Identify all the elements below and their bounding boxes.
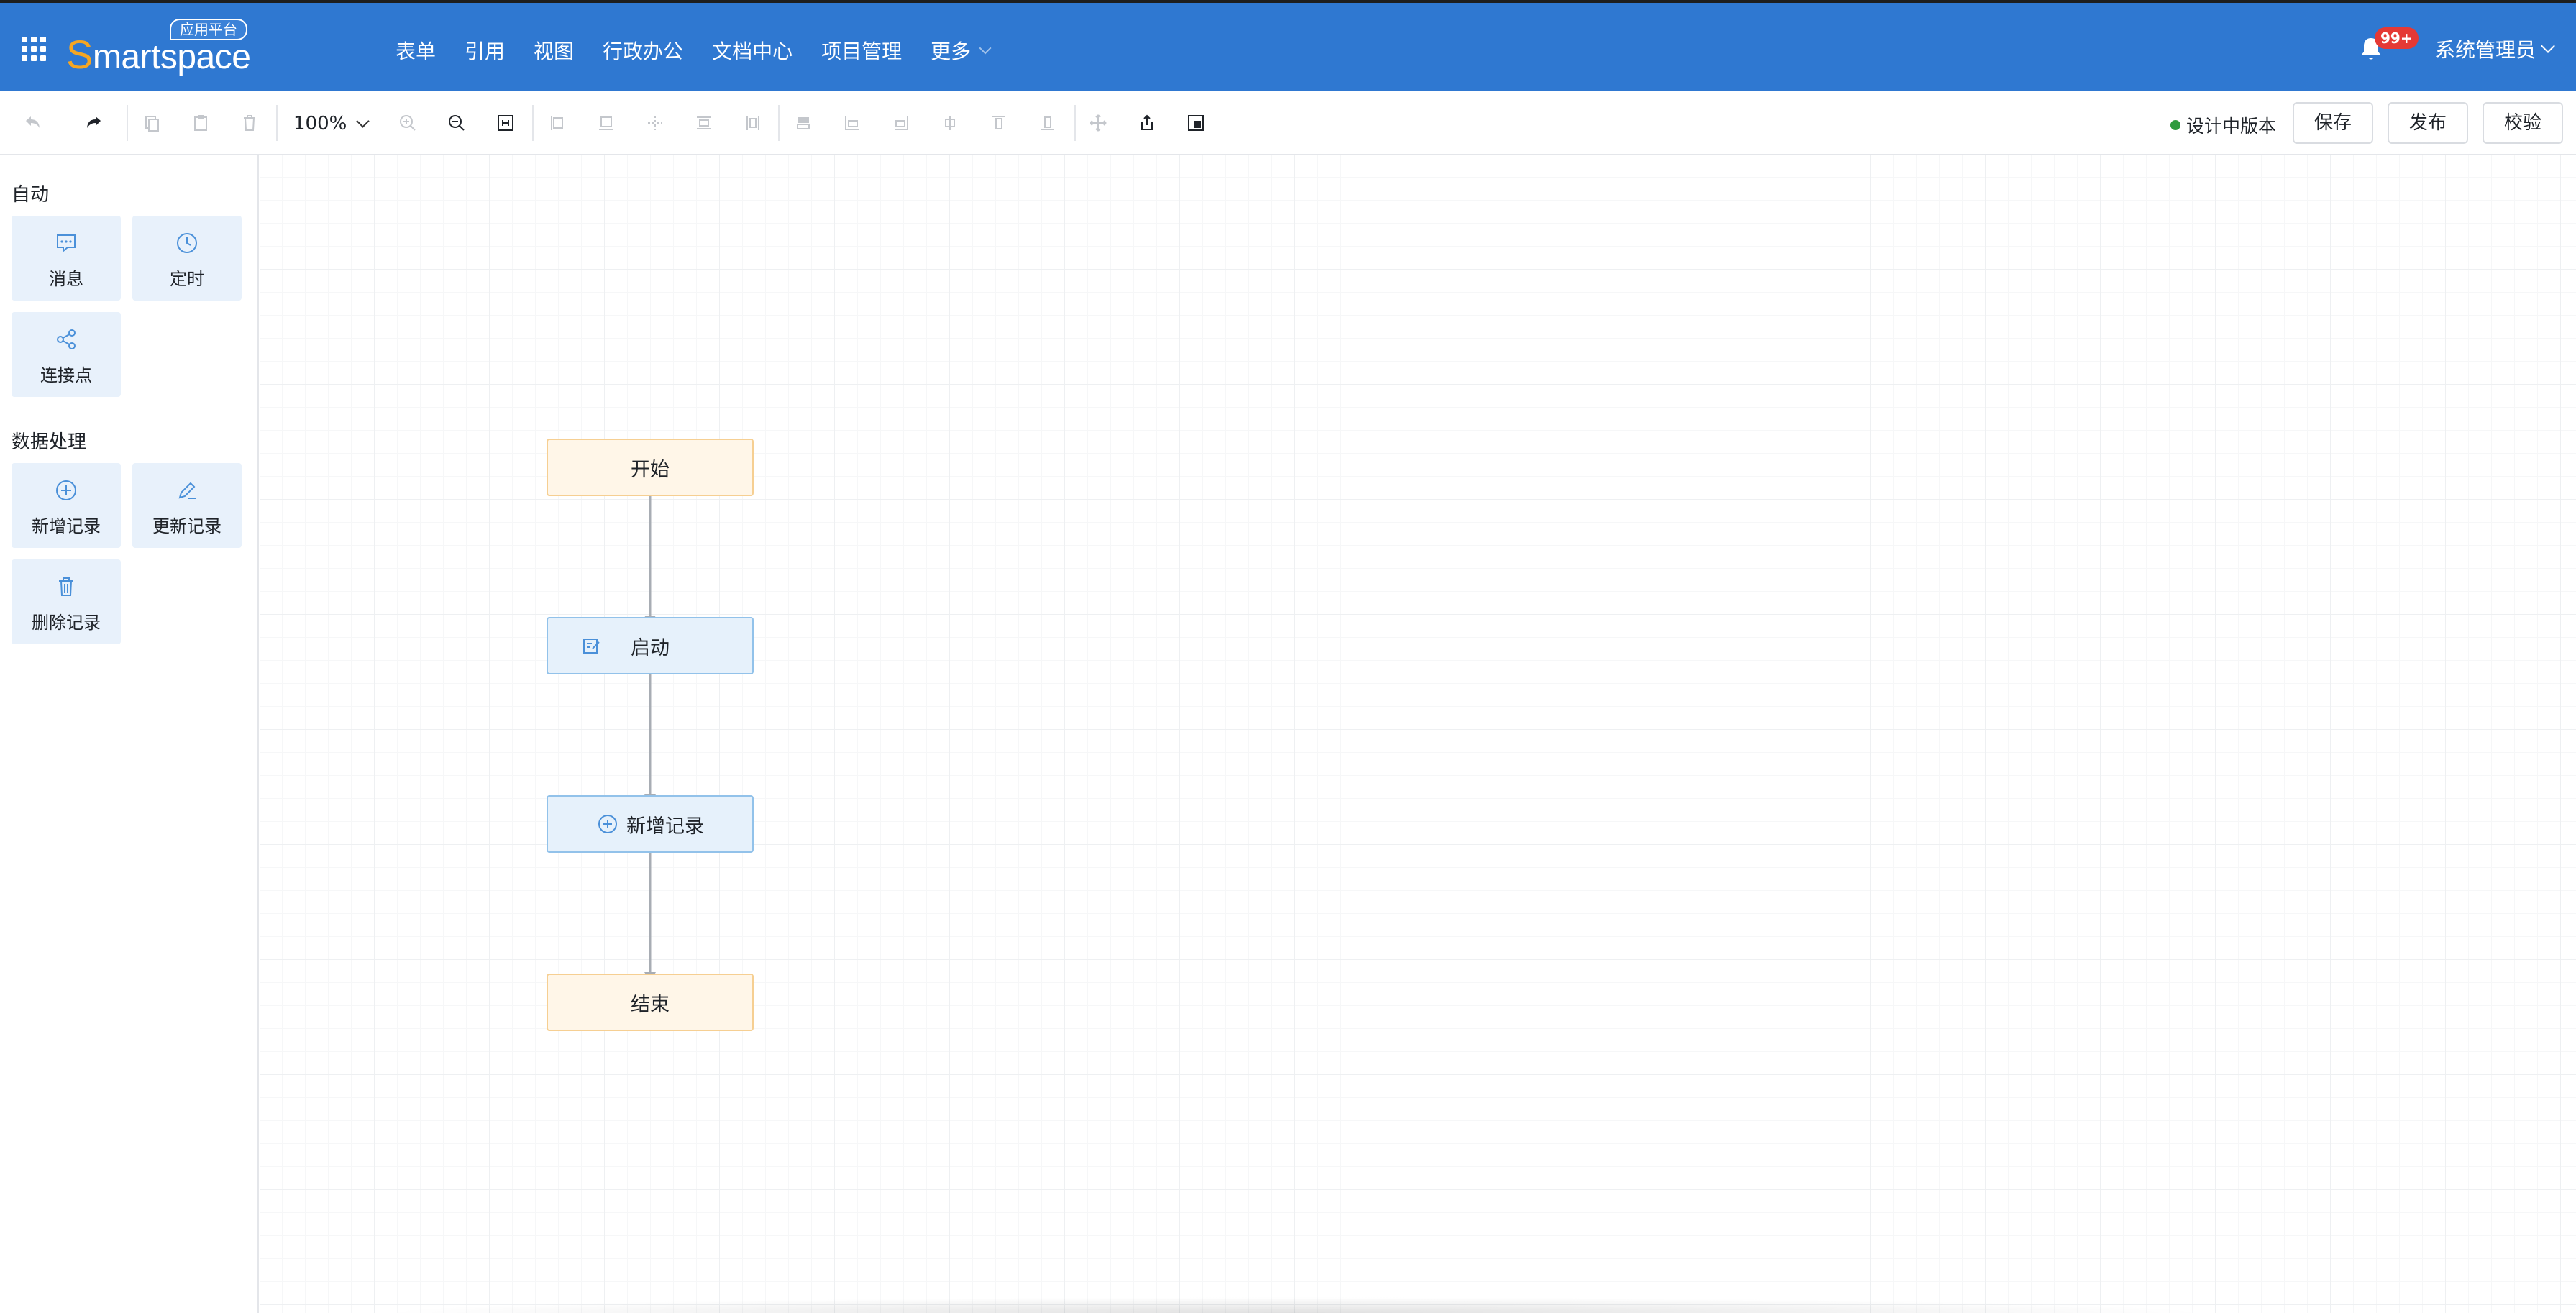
- status-dot: [2170, 120, 2180, 130]
- share-icon: [52, 325, 81, 354]
- palette-item-label: 更新记录: [152, 516, 221, 536]
- node-label: 开始: [631, 458, 670, 481]
- palette-item-label: 删除记录: [32, 613, 101, 633]
- copy-icon[interactable]: [140, 111, 164, 135]
- move-icon[interactable]: [1086, 111, 1110, 135]
- logo-rest: martspace: [92, 38, 251, 76]
- form-edit-icon: [580, 634, 603, 657]
- toolbar-divider: [778, 105, 780, 141]
- canvas-bottom-shadow: [374, 1297, 2215, 1313]
- toolbar-divider: [1074, 105, 1076, 141]
- chevron-down-icon: [979, 42, 992, 55]
- palette-item-label: 新增记录: [32, 516, 101, 536]
- message-icon: [52, 229, 81, 257]
- node-label: 结束: [631, 993, 670, 1016]
- toolbar-divider: [276, 105, 278, 141]
- node-label: 启动: [631, 636, 670, 659]
- undo-icon[interactable]: [20, 111, 45, 135]
- logo-initial: S: [66, 32, 93, 77]
- user-menu[interactable]: 系统管理员: [2435, 35, 2555, 63]
- palette-item-label: 定时: [170, 269, 204, 289]
- app-root: Smartspace 应用平台 表单 引用 视图 行政办公 文档中心 项目管理 …: [0, 0, 2576, 1313]
- trash-icon: [52, 572, 81, 601]
- flow-node-end[interactable]: 结束: [547, 974, 754, 1031]
- editor-toolbar: 100% 设计中版本 保存 发布 校验: [0, 91, 2576, 155]
- palette-item-label: 连接点: [40, 365, 92, 385]
- export-icon[interactable]: [1135, 111, 1159, 135]
- validate-button[interactable]: 校验: [2483, 102, 2563, 144]
- distribute-icon[interactable]: [741, 111, 765, 135]
- nav-label: 文档中心: [712, 40, 793, 63]
- flow-canvas[interactable]: 开始 启动 新增记录 结束: [260, 155, 2576, 1313]
- plus-circle-icon: [52, 476, 81, 505]
- minimap-icon[interactable]: [1184, 111, 1208, 135]
- palette-item-message[interactable]: 消息: [12, 216, 121, 301]
- layer-icon[interactable]: [791, 111, 816, 135]
- node-label: 新增记录: [626, 815, 704, 838]
- toolbar-divider: [532, 105, 534, 141]
- nav-item-more[interactable]: 更多: [931, 36, 992, 65]
- nav-label: 更多: [931, 40, 972, 63]
- user-name: 系统管理员: [2435, 38, 2536, 62]
- paste-icon[interactable]: [188, 111, 213, 135]
- nav-item-form[interactable]: 表单: [396, 36, 436, 65]
- redo-icon[interactable]: [82, 111, 106, 135]
- align-right-edge-icon[interactable]: [889, 111, 913, 135]
- palette-item-timer[interactable]: 定时: [132, 216, 242, 301]
- status-text: 设计中版本: [2186, 116, 2277, 137]
- fit-icon[interactable]: [493, 111, 518, 135]
- logo-badge: 应用平台: [170, 19, 247, 40]
- palette-item-connector[interactable]: 连接点: [12, 312, 121, 397]
- version-status: 设计中版本: [2170, 112, 2276, 138]
- section-title-auto: 自动: [12, 184, 50, 206]
- section-title-data-processing: 数据处理: [12, 431, 87, 453]
- plus-circle-icon: [596, 813, 619, 836]
- notification-badge: 99+: [2375, 27, 2419, 49]
- edit-icon: [173, 476, 201, 505]
- nav-label: 行政办公: [603, 40, 684, 63]
- nav-label: 表单: [396, 40, 437, 63]
- align-top-edge-icon[interactable]: [987, 111, 1011, 135]
- nav-item-project-mgmt[interactable]: 项目管理: [821, 36, 902, 65]
- clock-icon: [173, 229, 201, 257]
- palette-item-add-record[interactable]: 新增记录: [12, 463, 121, 548]
- toolbar-divider: [127, 105, 128, 141]
- nav-label: 视图: [534, 40, 575, 63]
- nav-item-doc-center[interactable]: 文档中心: [712, 36, 793, 65]
- flow-node-add-record[interactable]: 新增记录: [547, 795, 754, 853]
- center-icon[interactable]: [643, 111, 667, 135]
- flow-edges: [644, 496, 656, 982]
- top-bar: Smartspace 应用平台 表单 引用 视图 行政办公 文档中心 项目管理 …: [0, 0, 2576, 91]
- save-button[interactable]: 保存: [2293, 102, 2373, 144]
- main-nav: 表单 引用 视图 行政办公 文档中心 项目管理 更多: [396, 30, 1018, 70]
- zoom-value: 100%: [293, 113, 347, 134]
- align-h-center-icon[interactable]: [938, 111, 962, 135]
- zoom-select[interactable]: 100%: [293, 109, 370, 138]
- chevron-down-icon: [356, 114, 370, 128]
- zoom-in-icon[interactable]: [396, 111, 420, 135]
- zoom-out-icon[interactable]: [444, 111, 469, 135]
- chevron-down-icon: [2541, 39, 2555, 53]
- nav-label: 引用: [465, 40, 506, 63]
- delete-icon[interactable]: [237, 111, 262, 135]
- node-palette: 自动 消息 定时 连接点 数据处理 新增记录 更新记录 删除记录: [0, 155, 259, 1313]
- palette-item-update-record[interactable]: 更新记录: [132, 463, 242, 548]
- nav-label: 项目管理: [821, 40, 903, 63]
- palette-item-delete-record[interactable]: 删除记录: [12, 559, 121, 644]
- nav-item-view[interactable]: 视图: [534, 36, 574, 65]
- nav-item-admin-office[interactable]: 行政办公: [603, 36, 683, 65]
- align-bottom-edge-icon[interactable]: [1036, 111, 1060, 135]
- flow-node-launch[interactable]: 启动: [547, 617, 754, 674]
- align-top-icon[interactable]: [692, 111, 716, 135]
- align-left-icon[interactable]: [545, 111, 570, 135]
- palette-item-label: 消息: [49, 269, 83, 289]
- nav-item-reference[interactable]: 引用: [465, 36, 505, 65]
- flow-node-start[interactable]: 开始: [547, 439, 754, 496]
- apps-grid-icon[interactable]: [22, 37, 47, 63]
- align-left-edge-icon[interactable]: [840, 111, 864, 135]
- publish-button[interactable]: 发布: [2388, 102, 2468, 144]
- align-bottom-icon[interactable]: [594, 111, 618, 135]
